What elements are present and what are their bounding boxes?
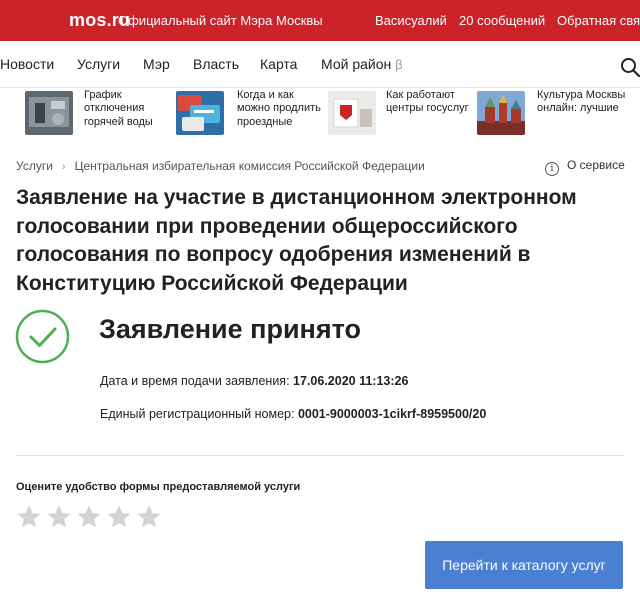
nav-item-services[interactable]: Услуги xyxy=(77,56,120,72)
news-thumbnail-culture xyxy=(477,91,525,135)
top-bar: mos.ru Официальный сайт Мэра Москвы Васи… xyxy=(0,0,640,41)
feedback-link[interactable]: Обратная связь xyxy=(557,13,640,28)
submission-date-label: Дата и время подачи заявления: xyxy=(100,374,290,388)
search-icon[interactable] xyxy=(620,57,640,77)
star-icon[interactable] xyxy=(46,504,72,530)
chevron-right-icon: › xyxy=(61,161,66,173)
submission-date-row: Дата и время подачи заявления: 17.06.202… xyxy=(100,374,408,388)
nav-item-map[interactable]: Карта xyxy=(260,56,297,72)
news-thumbnail-service-centers xyxy=(328,91,376,135)
news-title: Когда и как можно продлить проездные xyxy=(237,89,321,128)
about-service-label: О сервисе xyxy=(567,158,625,172)
beta-label: β xyxy=(395,57,403,72)
user-name-link[interactable]: Васисуалий xyxy=(375,13,447,28)
registration-number-label: Единый регистрационный номер: xyxy=(100,407,295,421)
news-title: Как работают центры госуслуг xyxy=(386,89,469,115)
news-thumbnail-transport-cards xyxy=(176,91,224,135)
news-title: Культура Москвы онлайн: лучшие xyxy=(537,89,626,115)
news-thumbnail-hot-water xyxy=(25,91,73,135)
nav-item-news[interactable]: Новости xyxy=(0,56,54,72)
breadcrumb: Услуги › Центральная избирательная комисси… xyxy=(16,159,425,173)
breadcrumb-current[interactable]: Центральная избирательная комиссия Росси… xyxy=(75,159,425,173)
nav-item-my-district[interactable]: Мой район β xyxy=(321,56,403,72)
registration-number-row: Единый регистрационный номер: 0001-90000… xyxy=(100,407,486,421)
info-icon: i xyxy=(545,162,559,176)
star-icon[interactable] xyxy=(76,504,102,530)
star-icon[interactable] xyxy=(16,504,42,530)
star-icon[interactable] xyxy=(106,504,132,530)
news-title: График отключения горячей воды xyxy=(84,89,153,128)
check-circle-icon xyxy=(15,309,70,364)
registration-number-value: 0001-9000003-1cikrf-8959500/20 xyxy=(297,407,487,421)
catalog-button[interactable]: Перейти к каталогу услуг xyxy=(425,541,623,589)
nav-item-my-district-label: Мой район xyxy=(321,56,392,72)
rating-label: Оцените удобство формы предоставляемой у… xyxy=(16,481,301,493)
breadcrumb-services[interactable]: Услуги xyxy=(16,159,53,173)
nav-item-mayor[interactable]: Мэр xyxy=(143,56,170,72)
news-strip: График отключения горячей воды Когда и к… xyxy=(0,87,640,145)
submission-date-value: 17.06.2020 11:13:26 xyxy=(293,374,409,388)
star-icon[interactable] xyxy=(136,504,162,530)
nav-item-government[interactable]: Власть xyxy=(193,56,239,72)
about-service-link[interactable]: i О сервисе xyxy=(545,158,625,176)
messages-link[interactable]: 20 сообщений xyxy=(459,13,545,28)
official-site-link[interactable]: Официальный сайт Мэра Москвы xyxy=(118,13,323,28)
page-title: Заявление на участие в дистанционном эле… xyxy=(16,186,577,295)
main-nav: Новости Услуги Мэр Власть Карта Мой райо… xyxy=(0,41,640,88)
status-heading: Заявление принято xyxy=(99,314,361,344)
divider xyxy=(16,455,624,456)
